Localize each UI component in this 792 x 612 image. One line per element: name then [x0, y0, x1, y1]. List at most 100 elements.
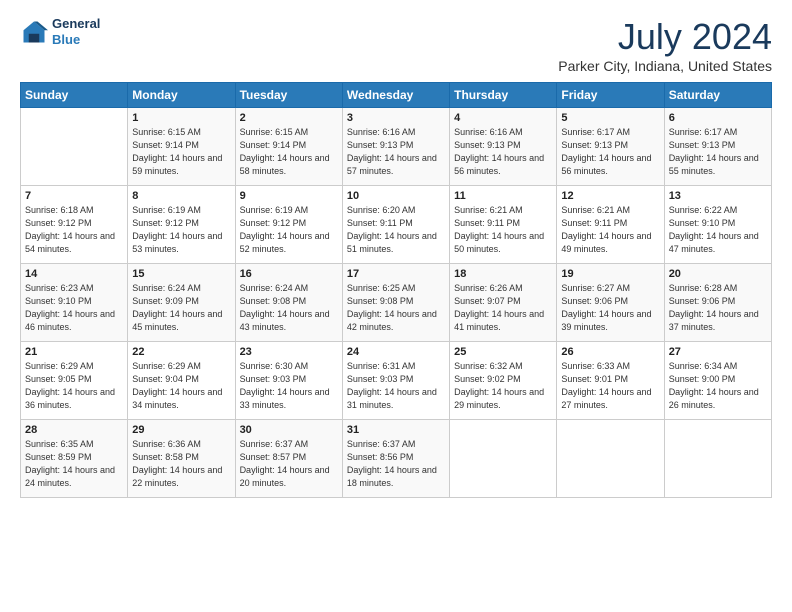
logo: General Blue	[20, 16, 100, 47]
cell-w3-d4: 17 Sunrise: 6:25 AM Sunset: 9:08 PM Dayli…	[342, 264, 449, 342]
day-number: 3	[347, 112, 445, 124]
day-info: Sunrise: 6:36 AM Sunset: 8:58 PM Dayligh…	[132, 438, 230, 490]
day-info: Sunrise: 6:35 AM Sunset: 8:59 PM Dayligh…	[25, 438, 123, 490]
day-number: 13	[669, 190, 767, 202]
cell-w3-d3: 16 Sunrise: 6:24 AM Sunset: 9:08 PM Dayli…	[235, 264, 342, 342]
cell-w1-d3: 2 Sunrise: 6:15 AM Sunset: 9:14 PM Daylig…	[235, 108, 342, 186]
week-row-2: 7 Sunrise: 6:18 AM Sunset: 9:12 PM Daylig…	[21, 186, 772, 264]
cell-w1-d5: 4 Sunrise: 6:16 AM Sunset: 9:13 PM Daylig…	[450, 108, 557, 186]
cell-w1-d2: 1 Sunrise: 6:15 AM Sunset: 9:14 PM Daylig…	[128, 108, 235, 186]
day-number: 10	[347, 190, 445, 202]
day-number: 20	[669, 268, 767, 280]
day-number: 25	[454, 346, 552, 358]
day-number: 17	[347, 268, 445, 280]
day-info: Sunrise: 6:24 AM Sunset: 9:08 PM Dayligh…	[240, 282, 338, 334]
cell-w1-d6: 5 Sunrise: 6:17 AM Sunset: 9:13 PM Daylig…	[557, 108, 664, 186]
day-number: 21	[25, 346, 123, 358]
week-row-3: 14Sunrise: 6:23 AM Sunset: 9:10 PM Dayli…	[21, 264, 772, 342]
day-info: Sunrise: 6:27 AM Sunset: 9:06 PM Dayligh…	[561, 282, 659, 334]
cell-w5-d4: 31Sunrise: 6:37 AM Sunset: 8:56 PM Dayli…	[342, 420, 449, 498]
day-info: Sunrise: 6:16 AM Sunset: 9:13 PM Dayligh…	[454, 126, 552, 178]
day-number: 15	[132, 268, 230, 280]
day-number: 5	[561, 112, 659, 124]
day-number: 8	[132, 190, 230, 202]
day-number: 18	[454, 268, 552, 280]
header: General Blue July 2024 Parker City, Indi…	[20, 16, 772, 74]
day-number: 16	[240, 268, 338, 280]
location: Parker City, Indiana, United States	[558, 58, 772, 74]
cell-w4-d1: 21 Sunrise: 6:29 AM Sunset: 9:05 PM Dayli…	[21, 342, 128, 420]
logo-line2: Blue	[52, 32, 100, 48]
calendar-table: SundayMondayTuesdayWednesdayThursdayFrid…	[20, 82, 772, 498]
day-number: 30	[240, 424, 338, 436]
cell-w5-d3: 30Sunrise: 6:37 AM Sunset: 8:57 PM Dayli…	[235, 420, 342, 498]
day-number: 26	[561, 346, 659, 358]
day-info: Sunrise: 6:19 AM Sunset: 9:12 PM Dayligh…	[240, 204, 338, 256]
cell-w4-d3: 23Sunrise: 6:30 AM Sunset: 9:03 PM Dayli…	[235, 342, 342, 420]
col-header-wednesday: Wednesday	[342, 83, 449, 108]
day-number: 27	[669, 346, 767, 358]
cell-w4-d5: 25 Sunrise: 6:32 AM Sunset: 9:02 PM Dayli…	[450, 342, 557, 420]
logo-icon	[20, 18, 48, 46]
logo-line1: General	[52, 16, 100, 32]
day-info: Sunrise: 6:21 AM Sunset: 9:11 PM Dayligh…	[454, 204, 552, 256]
day-number: 22	[132, 346, 230, 358]
day-number: 28	[25, 424, 123, 436]
day-number: 29	[132, 424, 230, 436]
day-info: Sunrise: 6:17 AM Sunset: 9:13 PM Dayligh…	[561, 126, 659, 178]
cell-w4-d2: 22 Sunrise: 6:29 AM Sunset: 9:04 PM Dayli…	[128, 342, 235, 420]
cell-w3-d1: 14Sunrise: 6:23 AM Sunset: 9:10 PM Dayli…	[21, 264, 128, 342]
day-number: 2	[240, 112, 338, 124]
day-info: Sunrise: 6:19 AM Sunset: 9:12 PM Dayligh…	[132, 204, 230, 256]
day-info: Sunrise: 6:28 AM Sunset: 9:06 PM Dayligh…	[669, 282, 767, 334]
day-info: Sunrise: 6:24 AM Sunset: 9:09 PM Dayligh…	[132, 282, 230, 334]
header-row: SundayMondayTuesdayWednesdayThursdayFrid…	[21, 83, 772, 108]
cell-w2-d5: 11 Sunrise: 6:21 AM Sunset: 9:11 PM Dayli…	[450, 186, 557, 264]
day-info: Sunrise: 6:29 AM Sunset: 9:04 PM Dayligh…	[132, 360, 230, 412]
col-header-saturday: Saturday	[664, 83, 771, 108]
logo-text: General Blue	[52, 16, 100, 47]
day-info: Sunrise: 6:32 AM Sunset: 9:02 PM Dayligh…	[454, 360, 552, 412]
day-number: 9	[240, 190, 338, 202]
title-block: July 2024 Parker City, Indiana, United S…	[558, 16, 772, 74]
col-header-monday: Monday	[128, 83, 235, 108]
col-header-friday: Friday	[557, 83, 664, 108]
day-info: Sunrise: 6:33 AM Sunset: 9:01 PM Dayligh…	[561, 360, 659, 412]
day-info: Sunrise: 6:29 AM Sunset: 9:05 PM Dayligh…	[25, 360, 123, 412]
day-number: 11	[454, 190, 552, 202]
day-info: Sunrise: 6:15 AM Sunset: 9:14 PM Dayligh…	[132, 126, 230, 178]
cell-w5-d1: 28 Sunrise: 6:35 AM Sunset: 8:59 PM Dayli…	[21, 420, 128, 498]
cell-w3-d6: 19 Sunrise: 6:27 AM Sunset: 9:06 PM Dayli…	[557, 264, 664, 342]
day-info: Sunrise: 6:18 AM Sunset: 9:12 PM Dayligh…	[25, 204, 123, 256]
day-info: Sunrise: 6:17 AM Sunset: 9:13 PM Dayligh…	[669, 126, 767, 178]
cell-w2-d4: 10Sunrise: 6:20 AM Sunset: 9:11 PM Dayli…	[342, 186, 449, 264]
day-info: Sunrise: 6:15 AM Sunset: 9:14 PM Dayligh…	[240, 126, 338, 178]
cell-w5-d6	[557, 420, 664, 498]
day-number: 24	[347, 346, 445, 358]
day-info: Sunrise: 6:26 AM Sunset: 9:07 PM Dayligh…	[454, 282, 552, 334]
day-info: Sunrise: 6:34 AM Sunset: 9:00 PM Dayligh…	[669, 360, 767, 412]
cell-w4-d7: 27 Sunrise: 6:34 AM Sunset: 9:00 PM Dayli…	[664, 342, 771, 420]
week-row-4: 21 Sunrise: 6:29 AM Sunset: 9:05 PM Dayli…	[21, 342, 772, 420]
day-info: Sunrise: 6:21 AM Sunset: 9:11 PM Dayligh…	[561, 204, 659, 256]
day-info: Sunrise: 6:23 AM Sunset: 9:10 PM Dayligh…	[25, 282, 123, 334]
day-number: 6	[669, 112, 767, 124]
cell-w1-d7: 6 Sunrise: 6:17 AM Sunset: 9:13 PM Daylig…	[664, 108, 771, 186]
col-header-thursday: Thursday	[450, 83, 557, 108]
day-number: 31	[347, 424, 445, 436]
day-number: 4	[454, 112, 552, 124]
day-info: Sunrise: 6:25 AM Sunset: 9:08 PM Dayligh…	[347, 282, 445, 334]
col-header-sunday: Sunday	[21, 83, 128, 108]
cell-w1-d1	[21, 108, 128, 186]
day-info: Sunrise: 6:16 AM Sunset: 9:13 PM Dayligh…	[347, 126, 445, 178]
day-info: Sunrise: 6:31 AM Sunset: 9:03 PM Dayligh…	[347, 360, 445, 412]
day-number: 19	[561, 268, 659, 280]
cell-w2-d1: 7 Sunrise: 6:18 AM Sunset: 9:12 PM Daylig…	[21, 186, 128, 264]
day-number: 1	[132, 112, 230, 124]
day-number: 7	[25, 190, 123, 202]
month-title: July 2024	[558, 16, 772, 58]
cell-w3-d2: 15 Sunrise: 6:24 AM Sunset: 9:09 PM Dayli…	[128, 264, 235, 342]
page: General Blue July 2024 Parker City, Indi…	[0, 0, 792, 612]
cell-w4-d4: 24 Sunrise: 6:31 AM Sunset: 9:03 PM Dayli…	[342, 342, 449, 420]
cell-w2-d6: 12Sunrise: 6:21 AM Sunset: 9:11 PM Dayli…	[557, 186, 664, 264]
